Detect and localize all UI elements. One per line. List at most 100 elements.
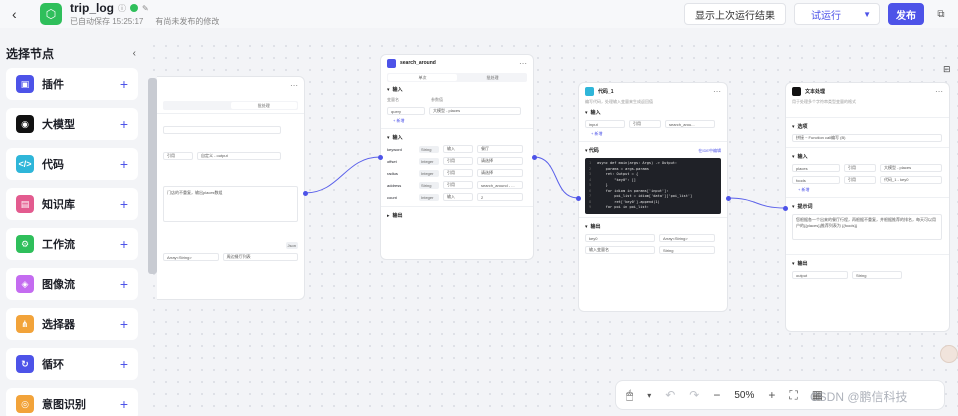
input-value[interactable]: search_around - ... (477, 181, 523, 189)
left-prompt-textarea[interactable]: 门店的不重复，输出places数组 (163, 186, 298, 222)
input-name[interactable]: places (792, 164, 840, 172)
chevron-down-icon[interactable]: ▾ (792, 261, 795, 267)
add-param-link[interactable]: + 新增 (381, 117, 533, 125)
tab-single[interactable]: 单次 (388, 74, 457, 81)
tab-batch[interactable]: 批处理 (230, 102, 297, 109)
chevron-down-icon[interactable]: ▾ (387, 135, 390, 141)
sidebar-item-7[interactable]: ↻ 循环 + (6, 348, 138, 380)
caret-down-icon[interactable]: ▼ (863, 10, 871, 19)
edit-icon[interactable]: ✎ (142, 4, 149, 13)
chevron-down-icon[interactable]: ▾ (585, 110, 588, 116)
output-type[interactable]: Array<String> (659, 234, 715, 242)
chevron-right-icon[interactable]: ▸ (387, 213, 390, 219)
fit-view-icon[interactable]: ⛶ (789, 388, 797, 403)
code-input-value[interactable]: search_arou... (665, 120, 715, 128)
input-mode[interactable]: 引用 (844, 176, 876, 184)
text-node-card[interactable]: 文本处理 ⋯ 用于处理多个字符串类型变量的格式 ▾ 选项 拼接 ~ Functio… (785, 82, 950, 332)
zoom-out-icon[interactable]: − (713, 388, 720, 402)
input-port[interactable] (378, 155, 383, 160)
redo-icon[interactable]: ↷ (689, 388, 699, 402)
try-run-button[interactable]: 试运行 ▼ (794, 3, 880, 25)
left-node-card[interactable]: ⋯ 批处理 引用 自定义 - output 门店的不重复，输出places数组 J… (157, 76, 305, 300)
zoom-in-icon[interactable]: + (768, 388, 775, 402)
left-ref-select[interactable]: 自定义 - output (197, 152, 281, 160)
plus-icon[interactable]: + (120, 276, 128, 292)
more-icon[interactable]: ⋯ (935, 87, 943, 96)
zoom-level[interactable]: 50% (734, 390, 754, 401)
code-input-name[interactable]: input (585, 120, 625, 128)
plus-icon[interactable]: + (120, 356, 128, 372)
output-port[interactable] (303, 191, 308, 196)
more-icon[interactable]: ⋯ (290, 81, 298, 90)
plus-icon[interactable]: + (120, 76, 128, 92)
assistant-avatar[interactable] (940, 345, 958, 363)
option-select[interactable]: 拼接 ~ Function call编写 (B) (792, 134, 942, 142)
chevron-down-icon[interactable]: ▾ (792, 204, 795, 210)
output-type[interactable]: String (659, 246, 715, 254)
text-output-name[interactable]: output (792, 271, 848, 279)
more-icon[interactable]: ⋯ (713, 87, 721, 96)
input-value[interactable]: 餐厅 (477, 145, 523, 153)
left-format-tag[interactable]: Json (285, 242, 298, 249)
chevron-down-icon[interactable]: ▾ (387, 87, 390, 93)
sidebar-item-8[interactable]: ◎ 意图识别 + (6, 388, 138, 416)
left-output-desc[interactable]: 周边餐厅列表 (222, 253, 298, 261)
plus-icon[interactable]: + (120, 116, 128, 132)
add-input-link[interactable]: + 新增 (579, 130, 727, 138)
canvas-scrollbar[interactable] (148, 78, 157, 274)
more-icon[interactable]: ⋯ (519, 59, 527, 68)
chevron-down-icon[interactable]: ▾ (585, 224, 588, 230)
left-array-type[interactable]: Array<String> (163, 253, 219, 261)
sidebar-item-2[interactable]: </> 代码 + (6, 148, 138, 180)
sidebar-item-5[interactable]: ◈ 图像流 + (6, 268, 138, 300)
sidebar-item-0[interactable]: ▣ 插件 + (6, 68, 138, 100)
input-port[interactable] (576, 196, 581, 201)
plus-icon[interactable]: + (120, 316, 128, 332)
chevron-down-icon[interactable]: ▾ (585, 148, 588, 154)
input-mode[interactable]: 输入 (443, 193, 473, 201)
chevron-left-icon[interactable]: ‹ (12, 6, 32, 22)
copy-icon[interactable]: ⧉ (932, 5, 950, 23)
plus-icon[interactable]: + (120, 156, 128, 172)
text-output-type[interactable]: String (852, 271, 902, 279)
input-value[interactable]: 请选择 (477, 169, 523, 177)
sidebar-item-4[interactable]: ⚙ 工作流 + (6, 228, 138, 260)
output-port[interactable] (532, 155, 537, 160)
output-name[interactable]: key0 (585, 234, 655, 242)
left-mode-select[interactable]: 引用 (163, 152, 193, 160)
chevron-down-icon[interactable]: ▾ (647, 391, 651, 400)
sidebar-item-1[interactable]: ◉ 大模型 + (6, 108, 138, 140)
template-textarea[interactable]: 您根据各一个出来的餐厅行程，再根据不重复，并根据推荐的排名，每天可以用户的{{p… (792, 214, 942, 240)
add-input-link[interactable]: + 新增 (786, 186, 949, 194)
plus-icon[interactable]: + (120, 396, 128, 412)
code-editor[interactable]: 1 async def main(args: Args) -> Output: 2 … (585, 158, 721, 214)
output-name[interactable]: 输入变量名 (585, 246, 655, 254)
input-mode[interactable]: 引用 (443, 157, 473, 165)
show-last-run-button[interactable]: 显示上次运行结果 (684, 3, 786, 25)
panel-toggle-icon[interactable]: ⊟ (943, 64, 957, 76)
collapse-icon[interactable]: ‹ (133, 48, 136, 59)
output-port[interactable] (726, 196, 731, 201)
mouse-mode-icon[interactable]: 🖱 (626, 388, 633, 403)
input-value[interactable]: 代码_1 - key0 (880, 176, 942, 184)
input-mode[interactable]: 输入 (443, 145, 473, 153)
plus-icon[interactable]: + (120, 236, 128, 252)
info-icon[interactable]: ⓘ (118, 3, 126, 14)
input-value[interactable]: 大模型 - places (880, 164, 942, 172)
input-value[interactable]: 2 (477, 193, 523, 201)
chevron-down-icon[interactable]: ▾ (792, 124, 795, 130)
input-mode[interactable]: 引用 (844, 164, 876, 172)
input-value[interactable]: 请选择 (477, 157, 523, 165)
code-input-mode[interactable]: 引用 (629, 120, 661, 128)
chevron-down-icon[interactable]: ▾ (792, 154, 795, 160)
undo-icon[interactable]: ↶ (665, 388, 675, 402)
input-port[interactable] (783, 206, 788, 211)
plus-icon[interactable]: + (120, 196, 128, 212)
sidebar-item-6[interactable]: ⋔ 选择器 + (6, 308, 138, 340)
tab-batch[interactable]: 批处理 (458, 73, 527, 82)
param-value-select[interactable]: 大模型 - places (429, 107, 521, 115)
input-mode[interactable]: 引用 (443, 169, 473, 177)
open-ide-link[interactable]: 在IDE中编辑 (698, 148, 721, 154)
plugin-node-card[interactable]: search_around ⋯ 单次 批处理 ▾ 输入 变量名 参数值 query 大模… (380, 54, 534, 260)
code-node-card[interactable]: 代码_1 ⋯ 编写代码，处理输入变量来生成返回值 ▾ 输入 input 引用 sear… (578, 82, 728, 312)
